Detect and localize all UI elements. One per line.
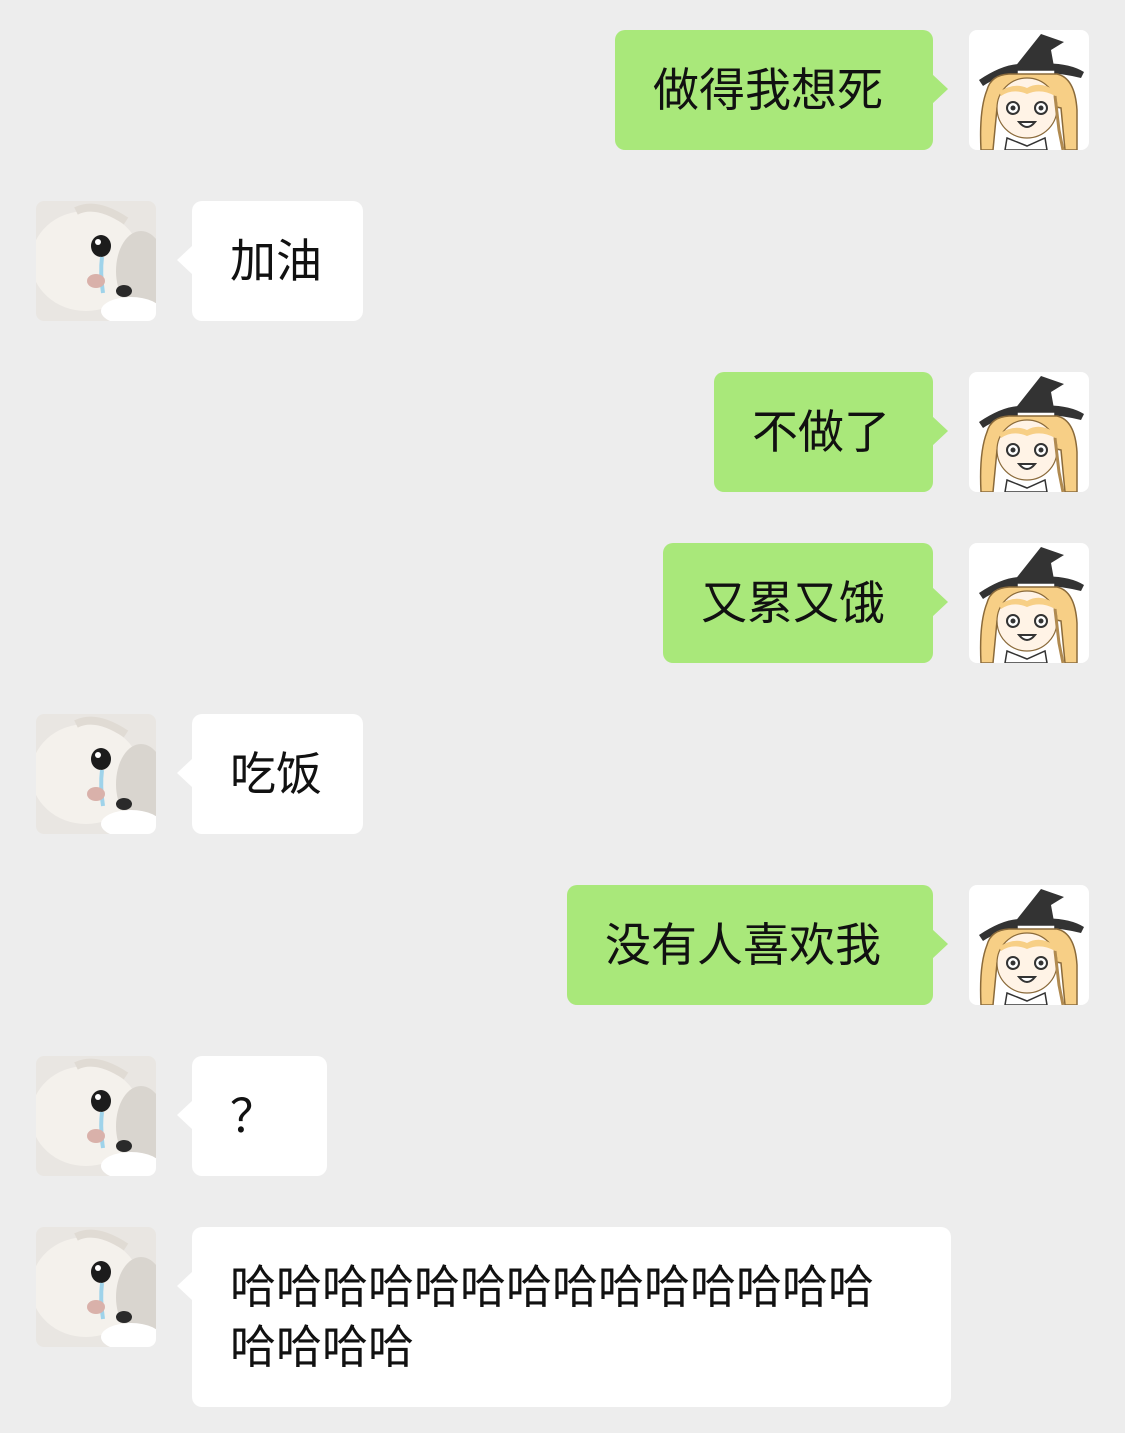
crying-kitten-avatar-icon[interactable] [36,201,156,321]
witch-girl-avatar-icon[interactable] [969,885,1089,1005]
witch-girl-avatar-icon[interactable] [969,30,1089,150]
crying-kitten-avatar-icon[interactable] [36,1056,156,1176]
message-bubble-incoming[interactable]: ？ [177,1056,327,1176]
witch-girl-avatar-icon[interactable] [969,543,1089,663]
message-bubble-incoming[interactable]: 吃饭 [177,714,363,834]
message-bubble-outgoing[interactable]: 没有人喜欢我 [567,885,948,1005]
message-bubble-incoming[interactable]: 加油 [177,201,363,321]
crying-kitten-avatar-icon[interactable] [36,1227,156,1347]
message-bubble-incoming[interactable]: 哈哈哈哈哈哈哈哈哈哈哈哈哈哈哈哈哈哈 [177,1227,951,1407]
message-bubble-outgoing[interactable]: 又累又饿 [663,543,948,663]
witch-girl-avatar-icon[interactable] [969,372,1089,492]
message-bubble-outgoing[interactable]: 做得我想死 [615,30,948,150]
chat-message-list: 做得我想死 加油 不做了 又累又饿 吃饭 没有人喜欢我 ？ 哈哈哈哈哈哈哈哈哈哈… [0,0,1125,1433]
message-bubble-outgoing[interactable]: 不做了 [714,372,948,492]
crying-kitten-avatar-icon[interactable] [36,714,156,834]
